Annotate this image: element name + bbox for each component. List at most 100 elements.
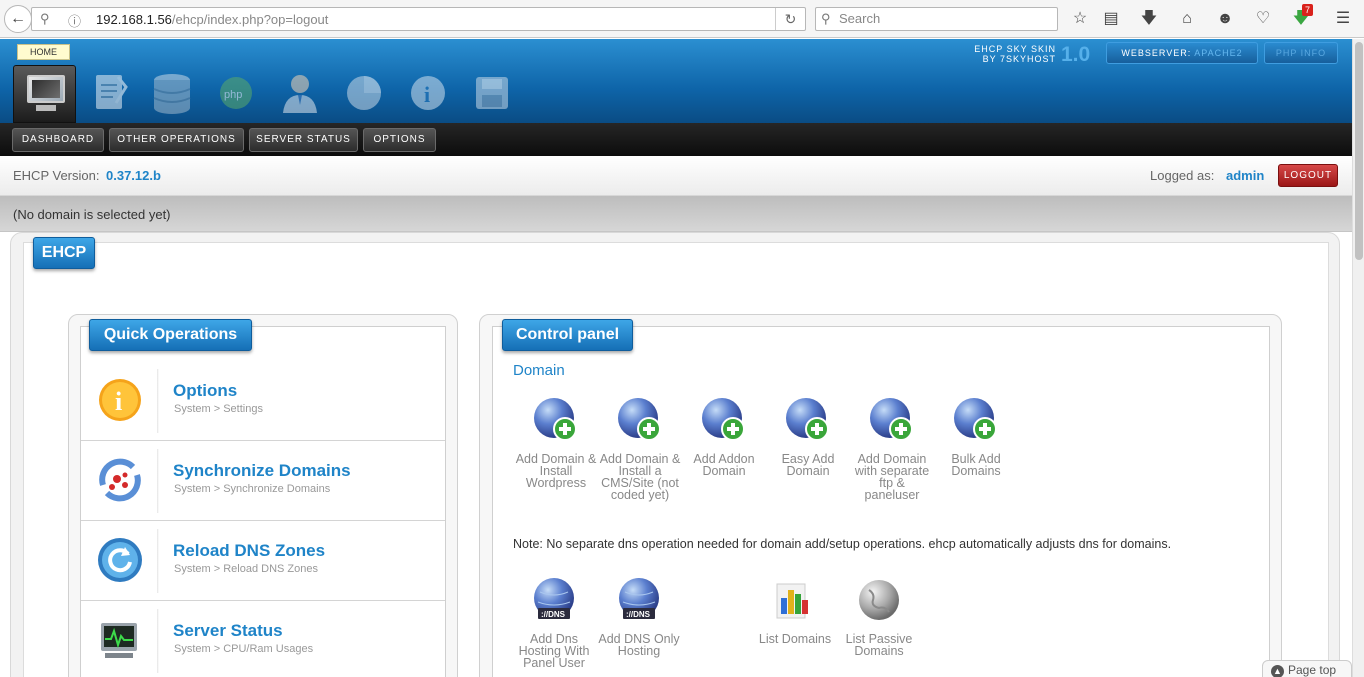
search-icon: ⚲: [821, 11, 831, 26]
info-circle-icon[interactable]: i: [406, 71, 450, 115]
add-domain-install-wordpress[interactable]: Add Domain & Install Wordpress: [514, 396, 598, 489]
arrow-up-icon: ▲: [1271, 665, 1284, 677]
cp-item-label: List Passive Domains: [845, 632, 913, 658]
cp-item-label: Add Domain with separate ftp & paneluser: [854, 452, 930, 502]
url-text[interactable]: 192.168.1.56/ehcp/index.php?op=logout: [96, 12, 328, 27]
reload-button[interactable]: ↻: [775, 8, 805, 30]
quick-op-options[interactable]: i Options System > Settings: [81, 361, 445, 441]
logout-button[interactable]: LOGOUT: [1278, 164, 1338, 187]
main-nav: DASHBOARD OTHER OPERATIONS SERVER STATUS…: [0, 123, 1352, 156]
globe-add-icon: [786, 398, 829, 441]
globe-add-icon: [870, 398, 913, 441]
php-globe-icon[interactable]: php: [214, 71, 258, 115]
quick-op-reload-dns-zones[interactable]: Reload DNS Zones System > Reload DNS Zon…: [81, 521, 445, 601]
nav-other-operations[interactable]: OTHER OPERATIONS: [109, 128, 244, 152]
quick-op-subtitle: System > Settings: [174, 403, 263, 415]
add-dns-hosting-with-panel-user[interactable]: ://DNS Add Dns Hosting With Panel User: [512, 576, 596, 669]
downloads-arrow-icon[interactable]: 🡇: [1138, 8, 1160, 30]
home-icon[interactable]: ⌂: [1176, 8, 1198, 30]
webserver-button[interactable]: WEBSERVER: APACHE2: [1106, 42, 1258, 64]
cp-item-label: Add Domain & Install a CMS/Site (not cod…: [599, 452, 681, 502]
easy-add-domain[interactable]: Easy Add Domain: [766, 396, 850, 477]
list-domains[interactable]: List Domains: [753, 576, 837, 645]
info-icon[interactable]: ⓘ: [68, 11, 81, 30]
search-bar[interactable]: ⚲: [815, 7, 1058, 31]
add-domain-install-cms[interactable]: Add Domain & Install a CMS/Site (not cod…: [598, 396, 682, 501]
url-path: /ehcp/index.php?op=logout: [171, 12, 329, 27]
grey-globe-icon: [859, 580, 899, 620]
skin-credit: EHCP SKY SKIN BY 7SKYHOST: [960, 44, 1056, 64]
search-input[interactable]: [839, 11, 1049, 26]
home-monitor-icon[interactable]: [13, 65, 76, 123]
floppy-save-icon[interactable]: [470, 71, 514, 115]
chat-icon[interactable]: ☻: [1214, 8, 1236, 30]
cp-item-label: Add Domain & Install Wordpress: [515, 452, 597, 490]
bulk-add-domains[interactable]: Bulk Add Domains: [934, 396, 1018, 477]
document-icon[interactable]: [88, 71, 132, 115]
back-button[interactable]: ←: [4, 5, 32, 33]
add-domain-separate-ftp[interactable]: Add Domain with separate ftp & paneluser: [850, 396, 934, 501]
globe-add-icon: [954, 398, 997, 441]
download-count-badge: 7: [1302, 4, 1314, 16]
info-orange-icon: i: [99, 379, 141, 421]
page-scrollbar[interactable]: [1352, 39, 1364, 677]
quick-op-server-status[interactable]: Server Status System > CPU/Ram Usages: [81, 601, 445, 677]
user-icon[interactable]: [278, 71, 322, 115]
database-icon[interactable]: [150, 71, 194, 115]
version-value: 0.37.12.b: [106, 168, 161, 183]
dns-globe-icon: ://DNS: [619, 578, 659, 619]
globe-add-icon: [534, 398, 577, 441]
reload-icon: [98, 538, 142, 582]
quick-op-subtitle: System > Reload DNS Zones: [174, 563, 318, 575]
add-addon-domain[interactable]: Add Addon Domain: [682, 396, 766, 477]
cp-item-label: Bulk Add Domains: [951, 452, 1001, 478]
cp-item-label: Add Dns Hosting With Panel User: [518, 632, 590, 670]
quick-op-subtitle: System > CPU/Ram Usages: [174, 643, 314, 655]
cp-item-label: Add DNS Only Hosting: [598, 632, 680, 658]
menu-icon[interactable]: ☰: [1332, 8, 1354, 30]
domain-status-text: (No domain is selected yet): [13, 207, 171, 222]
quick-op-title[interactable]: Synchronize Domains: [173, 461, 351, 481]
svg-text:i: i: [115, 387, 122, 416]
dns-badge: ://DNS: [541, 610, 566, 619]
bookmark-star-icon[interactable]: ☆: [1069, 8, 1091, 30]
key-icon: ⚲: [40, 11, 50, 26]
globe-add-icon: [618, 398, 661, 441]
quick-op-title[interactable]: Reload DNS Zones: [173, 541, 325, 561]
webserver-value: APACHE2: [1194, 48, 1243, 58]
pocket-icon[interactable]: ♡: [1252, 8, 1274, 30]
pie-chart-icon[interactable]: [342, 71, 386, 115]
quick-op-title[interactable]: Server Status: [173, 621, 283, 641]
url-bar[interactable]: ⚲ ⓘ 192.168.1.56/ehcp/index.php?op=logou…: [31, 7, 806, 31]
reading-list-icon[interactable]: ▤: [1100, 8, 1122, 30]
dns-badge: ://DNS: [626, 610, 651, 619]
quick-op-synchronize-domains[interactable]: Synchronize Domains System > Synchronize…: [81, 441, 445, 521]
bar-chart-icon: [776, 583, 808, 619]
php-info-button[interactable]: PHP INFO: [1264, 42, 1338, 64]
nav-server-status[interactable]: SERVER STATUS: [249, 128, 358, 152]
url-host: 192.168.1.56: [96, 12, 172, 27]
nav-dashboard[interactable]: DASHBOARD: [12, 128, 104, 152]
domain-status-bar: (No domain is selected yet): [0, 196, 1352, 232]
logged-user: admin: [1226, 168, 1265, 183]
cp-item-label: List Domains: [758, 632, 832, 646]
version-bar: EHCP Version: 0.37.12.b Logged as: admin…: [0, 156, 1352, 196]
page-top-button[interactable]: ▲ Page top: [1262, 660, 1352, 677]
quick-op-title[interactable]: Options: [173, 381, 237, 401]
quick-operations-title: Quick Operations: [89, 319, 252, 351]
svg-text:php: php: [224, 89, 242, 101]
browser-toolbar: ← ⚲ ⓘ 192.168.1.56/ehcp/index.php?op=log…: [0, 0, 1364, 38]
globe-add-icon: [702, 398, 745, 441]
dns-globe-icon: ://DNS: [534, 578, 574, 619]
page-top-label: Page top: [1288, 663, 1337, 677]
scrollbar-thumb[interactable]: [1355, 42, 1363, 260]
sync-icon: [99, 458, 141, 502]
cp-item-label: Easy Add Domain: [781, 452, 835, 478]
nav-options[interactable]: OPTIONS: [363, 128, 436, 152]
list-passive-domains[interactable]: List Passive Domains: [837, 576, 921, 657]
add-dns-only-hosting[interactable]: ://DNS Add DNS Only Hosting: [597, 576, 681, 657]
version-label: EHCP Version:: [13, 168, 100, 183]
monitor-graph-icon: [101, 623, 137, 658]
domain-section-heading: Domain: [513, 362, 565, 379]
cp-item-label: Add Addon Domain: [693, 452, 755, 478]
